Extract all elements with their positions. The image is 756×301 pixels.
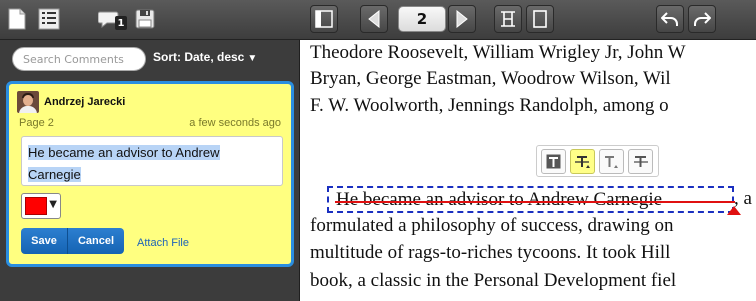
insert-text-icon[interactable] — [599, 149, 624, 174]
document-line: Bryan, George Eastman, Woodrow Wilson, W… — [310, 68, 671, 89]
sort-label: Sort: Date, desc — [153, 50, 245, 64]
caret-marker-icon — [727, 206, 741, 215]
save-button[interactable]: Save — [21, 228, 68, 254]
undo-icon[interactable] — [656, 5, 684, 33]
previous-page-icon[interactable] — [360, 5, 388, 33]
document-line: F. W. Woolworth, Jennings Randolph, amon… — [310, 95, 669, 116]
toggle-sidebar-icon[interactable] — [310, 5, 338, 33]
comment-count-badge: 1 — [115, 16, 127, 30]
comment-timestamp: a few seconds ago — [189, 117, 281, 129]
search-comments-input[interactable] — [12, 47, 146, 71]
dropdown-arrow-icon: ▼ — [49, 199, 57, 210]
document-page: Theodore Roosevelt, William Wrigley Jr, … — [300, 40, 756, 301]
avatar — [17, 91, 39, 113]
document-line: book, a classic in the Personal Developm… — [310, 270, 677, 291]
sort-dropdown[interactable]: Sort: Date, desc ▼ — [153, 50, 257, 64]
next-page-icon[interactable] — [448, 5, 476, 33]
strike-line — [335, 201, 735, 203]
save-disk-icon[interactable] — [132, 6, 158, 32]
redo-icon[interactable] — [688, 5, 716, 33]
comment-text-field[interactable]: He became an advisor to Andrew Carnegie — [21, 136, 283, 186]
markup-toolbar — [536, 145, 659, 177]
comment-author: Andrzej Jarecki — [44, 96, 126, 108]
outline-list-icon[interactable] — [36, 6, 62, 32]
annotated-text: He became an advisor to Andrew Carnegie — [336, 189, 663, 210]
document-line: Theodore Roosevelt, William Wrigley Jr, … — [310, 42, 686, 63]
document-line: formulated a philosophy of success, draw… — [310, 215, 674, 236]
comment-actions: Save Cancel — [21, 228, 124, 254]
page-number-input[interactable]: 2 — [398, 6, 446, 32]
attach-file-link[interactable]: Attach File — [137, 237, 189, 249]
text-style-icon[interactable] — [541, 149, 566, 174]
color-picker[interactable]: ▼ — [21, 193, 61, 219]
strikeout-annotation[interactable]: He became an advisor to Andrew Carnegie — [327, 186, 735, 213]
comments-sidebar: 1 Sort: Date, desc▼ Andrzej Jarecki Page… — [0, 0, 300, 301]
viewer-toolbar — [300, 0, 756, 40]
comment-page: Page 2 — [19, 117, 54, 129]
comment-text-line: He became an advisor to Andrew — [28, 145, 220, 160]
replace-text-icon[interactable] — [628, 149, 653, 174]
document-line: multitude of rags-to-riches tycoons. It … — [310, 242, 671, 263]
page-icon[interactable] — [4, 6, 30, 32]
pdf-annotation-app: 1 Sort: Date, desc▼ Andrzej Jarecki Page… — [0, 0, 756, 301]
comment-text-line: Carnegie — [28, 167, 81, 182]
fit-width-icon[interactable] — [494, 5, 522, 33]
comments-icon[interactable]: 1 — [94, 6, 127, 32]
comment-card[interactable]: Andrzej Jarecki Page 2 a few seconds ago… — [6, 81, 294, 267]
sidebar-toolbar: 1 — [0, 0, 300, 40]
color-swatch — [25, 197, 47, 215]
fit-page-icon[interactable] — [526, 5, 554, 33]
chevron-down-icon: ▼ — [247, 53, 258, 64]
cancel-button[interactable]: Cancel — [68, 228, 124, 254]
strikeout-icon[interactable] — [570, 149, 595, 174]
